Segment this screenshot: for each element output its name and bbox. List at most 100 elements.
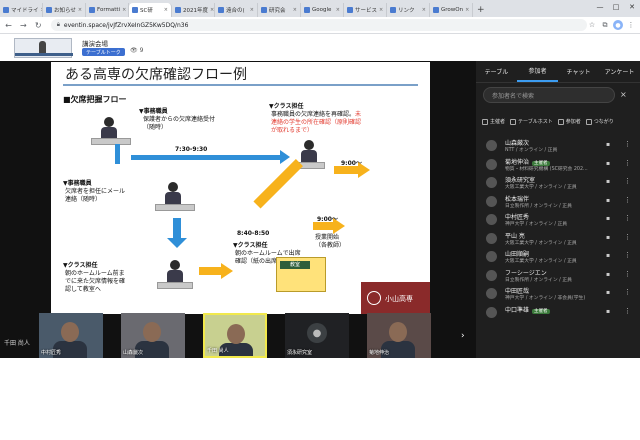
video-tile-name: 菊地伸治	[369, 350, 390, 356]
school-brand: 小山高専	[361, 282, 430, 314]
more-options-icon[interactable]: ⋮	[624, 270, 631, 278]
browser-tab[interactable]: Google ×	[301, 3, 344, 17]
close-tab-icon[interactable]: ×	[336, 7, 340, 13]
class-teacher-top-red: 事務職員の欠席連絡を再確認。未 連絡の学生の所在確認（原則確認 が取れるまで）	[271, 111, 362, 134]
close-tab-icon[interactable]: ×	[210, 7, 214, 13]
participant-row[interactable]: 中口準雄 主催者 ▪ ⋮	[476, 304, 640, 323]
more-options-icon[interactable]: ⋮	[624, 233, 631, 241]
chat-icon[interactable]: ▪	[606, 197, 610, 204]
video-tile[interactable]: 菊地伸治	[367, 313, 431, 358]
panel-tab[interactable]: アンケート	[599, 61, 640, 82]
close-tab-icon[interactable]: ×	[379, 7, 383, 13]
chat-icon[interactable]: ▪	[606, 141, 610, 148]
browser-tab[interactable]: Formatti ×	[86, 3, 129, 17]
participant-row[interactable]: 中村匠秀 神戸大学 / オンライン / 正員 ▪ ⋮	[476, 211, 640, 230]
close-tab-icon[interactable]: ×	[293, 7, 297, 13]
browser-tab-label: Google	[312, 7, 332, 13]
lock-icon: 🔒︎	[56, 21, 60, 28]
panel-tab[interactable]: 参加者	[517, 61, 558, 82]
profile-avatar-icon[interactable]: ●	[613, 20, 623, 30]
more-options-icon[interactable]: ⋮	[624, 196, 631, 204]
star-icon[interactable]: ☆	[587, 20, 597, 30]
browser-tab[interactable]: 2021年度 ×	[172, 3, 215, 17]
extensions-icon[interactable]: ⧉	[600, 20, 610, 30]
favicon-icon	[261, 7, 267, 13]
close-tab-icon[interactable]: ×	[422, 7, 426, 13]
flow-arrow-yellow-1	[199, 267, 221, 275]
browser-tab[interactable]: リンク ×	[387, 3, 430, 17]
back-icon[interactable]: ←	[2, 19, 15, 32]
filter-checkbox[interactable]: つながり	[585, 118, 614, 125]
browser-tab[interactable]: お知らせ ×	[43, 3, 86, 17]
more-options-icon[interactable]: ⋮	[624, 288, 631, 296]
participant-video	[389, 322, 407, 342]
panel-tab[interactable]: テーブル	[476, 61, 517, 82]
browser-tab[interactable]: 研究会 ×	[258, 3, 301, 17]
participant-row[interactable]: 菊地伸治 主催者 物質・材料研究機構 (SC研究会 202... ▪ ⋮	[476, 156, 640, 175]
video-tile[interactable]: 千田 尚人	[203, 313, 267, 358]
browser-tab[interactable]: GrowOn ×	[430, 3, 473, 17]
flow-arrow-blue-horizontal	[131, 155, 281, 160]
chat-icon[interactable]: ▪	[606, 252, 610, 259]
close-icon[interactable]: ×	[620, 90, 627, 99]
arrow-head-yellow-2	[358, 162, 370, 178]
chat-icon[interactable]: ▪	[606, 271, 610, 278]
chat-icon[interactable]: ▪	[606, 234, 610, 241]
favicon-icon	[46, 7, 52, 13]
chat-icon[interactable]: ▪	[606, 178, 610, 185]
participant-row[interactable]: 山森厳次 NTT / オンライン / 正員 ▪ ⋮	[476, 137, 640, 156]
reload-icon[interactable]: ↻	[32, 19, 45, 32]
more-options-icon[interactable]: ⋮	[624, 140, 631, 148]
forward-icon[interactable]: →	[17, 19, 30, 32]
office-staff-figure-2	[163, 182, 183, 204]
user-avatar-icon: ●	[307, 323, 327, 343]
browser-tab[interactable]: マイドライ×	[0, 3, 43, 17]
video-tile[interactable]: 山森厳次	[121, 313, 185, 358]
browser-tab[interactable]: SC研 ×	[129, 3, 172, 17]
close-tab-icon[interactable]: ×	[78, 7, 82, 13]
filter-checkbox[interactable]: 主催者	[482, 118, 505, 125]
new-tab-button[interactable]: +	[473, 3, 489, 17]
participant-row[interactable]: 須永研究室 大阪工業大学 / オンライン / 正員 ▪ ⋮	[476, 174, 640, 193]
participant-row[interactable]: 松本瑞伴 日立製作所 / オンライン / 正員 ▪ ⋮	[476, 193, 640, 212]
participant-affiliation: 物質・材料研究機構 (SC研究会 202...	[505, 166, 588, 172]
avatar	[486, 195, 497, 207]
close-tab-icon[interactable]: ×	[164, 7, 168, 13]
slide-subtitle: ■欠席把握フロー	[63, 95, 127, 104]
more-options-icon[interactable]: ⋮	[624, 251, 631, 259]
browser-tab[interactable]: 遠合の(×	[215, 3, 258, 17]
maximize-button[interactable]: □	[608, 0, 624, 13]
chat-icon[interactable]: ▪	[606, 289, 610, 296]
menu-icon[interactable]: ⋮	[626, 20, 636, 30]
participant-row[interactable]: フーシージエン 日立製作所 / オンライン / 正員 ▪ ⋮	[476, 267, 640, 286]
chat-icon[interactable]: ▪	[606, 308, 610, 315]
browser-tab[interactable]: サービス ×	[344, 3, 387, 17]
minimize-button[interactable]: —	[592, 0, 608, 13]
more-options-icon[interactable]: ⋮	[624, 214, 631, 222]
video-tile[interactable]: ● 須永研究室	[285, 313, 349, 358]
url-input[interactable]: 🔒︎ eventin.space/jvJfZrvXeInGZ5Kw5DQ/n36	[50, 19, 587, 31]
chat-icon[interactable]: ▪	[606, 215, 610, 222]
chat-icon[interactable]: ▪	[606, 160, 610, 167]
video-tile-name: 千田 尚人	[207, 348, 229, 354]
participant-row[interactable]: 中田匠哉 神戸大学 / オンライン / 非会員(学生) ▪ ⋮	[476, 285, 640, 304]
participant-row[interactable]: 山田順嗣 大阪工業大学 / オンライン / 正員 ▪ ⋮	[476, 248, 640, 267]
more-options-icon[interactable]: ⋮	[624, 307, 631, 315]
time-label-1: 7:30-9:30	[175, 146, 208, 153]
close-tab-icon[interactable]: ×	[250, 7, 254, 13]
favicon-icon	[89, 7, 95, 13]
favicon-icon	[218, 7, 224, 13]
more-options-icon[interactable]: ⋮	[624, 159, 631, 167]
close-window-button[interactable]: ✕	[624, 0, 640, 13]
panel-tab[interactable]: チャット	[558, 61, 599, 82]
video-tile[interactable]: 中村匠秀	[39, 313, 103, 358]
close-tab-icon[interactable]: ×	[465, 7, 469, 13]
participant-row[interactable]: 平山 亮大阪工業大学 / オンライン / 正員 ▪ ⋮	[476, 230, 640, 249]
filter-checkbox[interactable]: テーブルホスト	[510, 118, 553, 125]
blank-area	[0, 358, 640, 440]
filter-checkbox[interactable]: 参加者	[557, 118, 581, 125]
close-tab-icon[interactable]: ×	[122, 7, 126, 13]
more-options-icon[interactable]: ⋮	[624, 177, 631, 185]
participant-search-input[interactable]: 参加者名で検索	[483, 87, 615, 103]
table-talk-button[interactable]: テーブルトーク	[82, 48, 125, 56]
